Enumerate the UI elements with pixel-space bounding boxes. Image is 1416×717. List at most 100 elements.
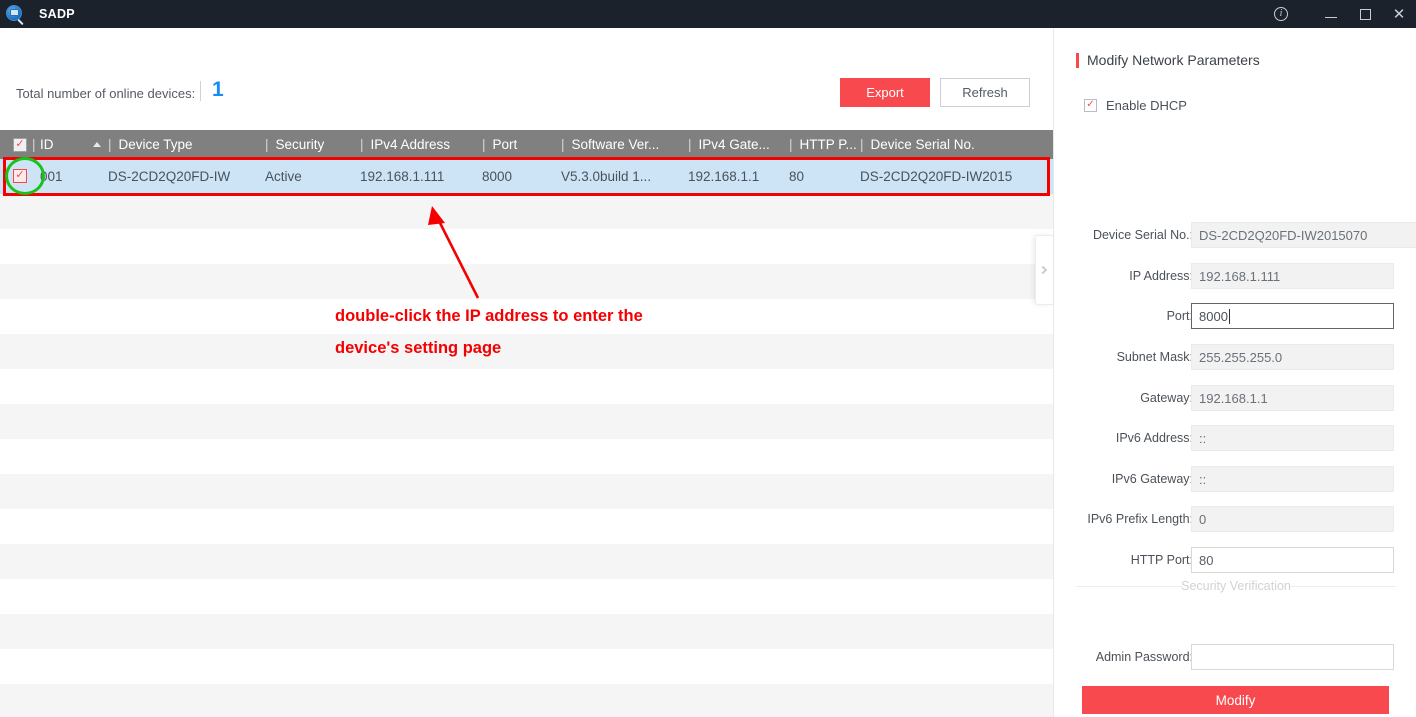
table-cell-swver[interactable]: V5.3.0build 1...	[561, 159, 651, 194]
text-caret	[1229, 309, 1230, 324]
total-devices-count: 1	[212, 78, 224, 102]
table-row-empty	[0, 544, 1053, 579]
table-header-serial[interactable]: |Device Serial No.	[860, 130, 975, 159]
field-value-ip: 192.168.1.111	[1199, 269, 1280, 284]
table-cell-type[interactable]: DS-2CD2Q20FD-IW	[108, 159, 230, 194]
table-row-empty	[0, 684, 1053, 717]
table-cell-serial[interactable]: DS-2CD2Q20FD-IW2015	[860, 159, 1012, 194]
table-cell-httpport[interactable]: 80	[789, 159, 804, 194]
panel-header: Modify Network Parameters	[1076, 52, 1260, 68]
table-cell-ipv4[interactable]: 192.168.1.111	[360, 159, 444, 194]
table-row-empty	[0, 404, 1053, 439]
modify-network-parameters-panel: Modify Network Parameters ✓ Enable DHCP …	[1053, 28, 1416, 717]
table-header-security[interactable]: |Security	[265, 130, 324, 159]
field-value-ipv6gw: ::	[1199, 472, 1206, 487]
table-row[interactable]: ✓ 001 DS-2CD2Q20FD-IW Active 192.168.1.111 80…	[0, 159, 1053, 194]
security-verification-label: Security Verification	[1076, 579, 1396, 593]
panel-collapse-handle[interactable]	[1035, 235, 1053, 305]
column-separator: |	[860, 137, 864, 152]
field-label-ipv6addr: IPv6 Address:	[1116, 425, 1193, 451]
field-serial: Device Serial No.: DS-2CD2Q20FD-IW2015070	[1054, 222, 1416, 248]
field-httpport[interactable]: HTTP Port:80	[1054, 547, 1416, 573]
modify-button[interactable]: Modify	[1082, 686, 1389, 714]
field-value-subnet: 255.255.255.0	[1199, 350, 1282, 365]
sadp-window: SADP i ✕ Total number of online devices:…	[0, 0, 1416, 717]
field-label-serial: Device Serial No.:	[1093, 222, 1193, 248]
minimize-button[interactable]	[1314, 0, 1348, 28]
table-row-empty	[0, 369, 1053, 404]
field-label-ip: IP Address:	[1129, 263, 1193, 289]
info-button[interactable]: i	[1264, 0, 1298, 28]
table-header-label: HTTP P...	[800, 137, 857, 152]
window-controls: i ✕	[1264, 0, 1416, 28]
field-value-serial: DS-2CD2Q20FD-IW2015070	[1199, 228, 1367, 243]
panel-accent-bar	[1076, 53, 1079, 68]
table-row-empty	[0, 334, 1053, 369]
column-separator: |	[108, 137, 112, 152]
export-button[interactable]: Export	[840, 78, 930, 107]
table-row-empty	[0, 439, 1053, 474]
field-ipv6addr: IPv6 Address:::	[1054, 425, 1416, 451]
table-row-empty	[0, 509, 1053, 544]
field-input-port[interactable]: 8000	[1191, 303, 1394, 329]
chevron-right-icon	[1039, 266, 1047, 274]
refresh-button[interactable]: Refresh	[940, 78, 1030, 107]
info-icon: i	[1274, 7, 1288, 21]
field-value-port: 8000	[1199, 309, 1228, 324]
field-label-gateway: Gateway:	[1140, 385, 1193, 411]
field-value-ipv6addr: ::	[1199, 431, 1206, 446]
table-cell-security[interactable]: Active	[265, 159, 302, 194]
table-header-gateway[interactable]: |IPv4 Gate...	[688, 130, 770, 159]
field-subnet: Subnet Mask:255.255.255.0	[1054, 344, 1416, 370]
table-header-label: Device Type	[119, 137, 193, 152]
app-title: SADP	[39, 7, 75, 21]
enable-dhcp-checkbox[interactable]: ✓	[1084, 99, 1097, 112]
table-header-ipv4[interactable]: | IPv4 Address	[360, 130, 450, 159]
close-button[interactable]: ✕	[1382, 0, 1416, 28]
table-header-httpport[interactable]: |HTTP P...	[789, 130, 857, 159]
table-header-label: IPv4 Address	[371, 137, 451, 152]
field-label-ipv6plen: IPv6 Prefix Length:	[1087, 506, 1193, 532]
column-separator: |	[688, 137, 692, 152]
field-ipv6plen: IPv6 Prefix Length:0	[1054, 506, 1416, 532]
field-label-ipv6gw: IPv6 Gateway:	[1112, 466, 1193, 492]
field-port[interactable]: Port: 8000	[1054, 303, 1416, 329]
table-header-row: ✓ ID|Device Type|Security|IPv4 Address|P…	[0, 130, 1053, 159]
table-header-port[interactable]: |Port	[482, 130, 517, 159]
field-label-port: Port:	[1167, 303, 1193, 329]
select-all-checkbox[interactable]: ✓	[13, 138, 27, 152]
column-separator: |	[360, 137, 364, 152]
field-label-httpport: HTTP Port:	[1131, 547, 1193, 573]
table-cell-gateway[interactable]: 192.168.1.1	[688, 159, 759, 194]
device-list-pane: Total number of online devices: 1 Export…	[0, 28, 1053, 717]
table-row-empty	[0, 649, 1053, 684]
total-devices-label: Total number of online devices:	[16, 86, 195, 101]
admin-password-input[interactable]	[1191, 644, 1394, 670]
table-row-empty	[0, 579, 1053, 614]
table-row-empty	[0, 264, 1053, 299]
field-value-gateway: 192.168.1.1	[1199, 391, 1268, 406]
close-icon: ✕	[1393, 7, 1406, 22]
toolbar-divider	[200, 81, 201, 101]
maximize-button[interactable]	[1348, 0, 1382, 28]
admin-password-field[interactable]: Admin Password:	[1054, 644, 1416, 670]
row-select-checkbox[interactable]: ✓	[13, 169, 27, 183]
table-row-empty	[0, 194, 1053, 229]
security-verification-divider: Security Verification	[1076, 579, 1396, 593]
device-table: ✓ ID|Device Type|Security|IPv4 Address|P…	[0, 130, 1053, 717]
column-separator: |	[561, 137, 565, 152]
table-header-label: Security	[276, 137, 325, 152]
table-cell-id[interactable]: 001	[40, 159, 63, 194]
table-header-swver[interactable]: |Software Ver...	[561, 130, 659, 159]
table-cell-port[interactable]: 8000	[482, 159, 512, 194]
field-ip: IP Address: 192.168.1.111	[1054, 263, 1416, 289]
table-header-type[interactable]: | Device Type	[108, 130, 193, 159]
enable-dhcp-row[interactable]: ✓ Enable DHCP	[1084, 98, 1187, 113]
field-input-httpport[interactable]: 80	[1191, 547, 1394, 573]
toolbar: Total number of online devices: 1 Export…	[0, 28, 1053, 102]
field-input-gateway: 192.168.1.1	[1191, 385, 1394, 411]
table-row-empty	[0, 614, 1053, 649]
sort-ascending-icon[interactable]	[93, 142, 101, 147]
table-header-label: Port	[493, 137, 518, 152]
field-input-serial: DS-2CD2Q20FD-IW2015070	[1191, 222, 1416, 248]
